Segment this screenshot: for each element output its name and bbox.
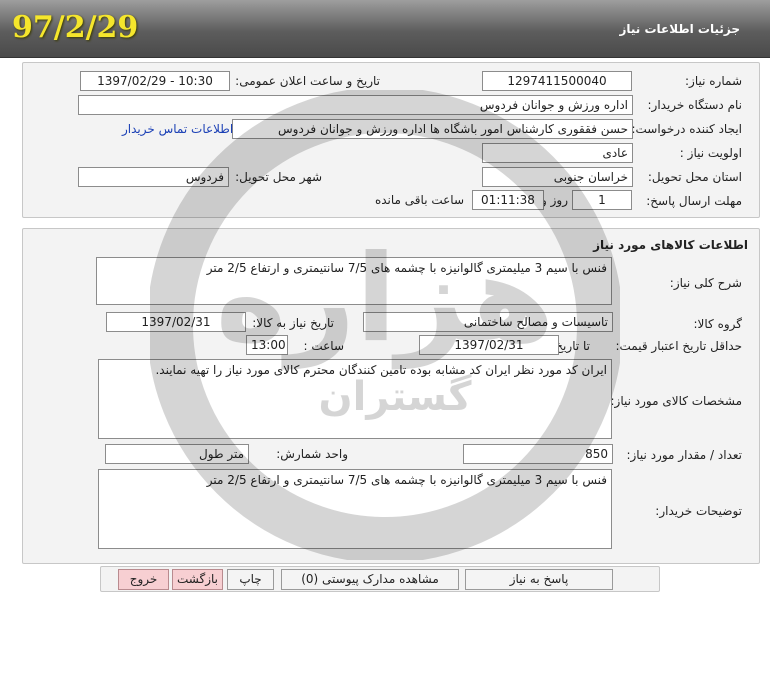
deadline-label: مهلت ارسال پاسخ:: [646, 194, 742, 208]
creator-field: حسن فققوری کارشناس امور باشگاه ها اداره …: [232, 119, 633, 139]
buyer-contact-link[interactable]: اطلاعات تماس خریدار: [122, 122, 233, 136]
priority-field: عادی: [482, 143, 633, 163]
specs-label: مشخصات کالای مورد نیاز:: [610, 394, 742, 408]
specs-field: ایران کد مورد نظر ایران کد مشابه بوده تا…: [98, 359, 612, 439]
deadline-time-field: 01:11:38: [472, 190, 544, 210]
general-desc-field: فنس با سیم 3 میلیمتری گالوانیزه با چشمه …: [96, 257, 612, 305]
unit-label: واحد شمارش:: [276, 447, 348, 461]
time-label: ساعت :: [303, 339, 344, 353]
remaining-label: ساعت باقی مانده: [374, 193, 464, 207]
min-validity-label: حداقل تاریخ اعتبار قیمت:: [615, 339, 742, 353]
priority-label: اولویت نیاز :: [679, 146, 742, 160]
buyer-org-field: اداره ورزش و جوانان فردوس: [78, 95, 633, 115]
buyer-notes-label: توضیحات خریدار:: [655, 504, 742, 518]
quantity-field: 850: [463, 444, 613, 464]
quantity-label: تعداد / مقدار مورد نیاز:: [626, 448, 742, 462]
goods-section-title: اطلاعات کالاهای مورد نیاز: [593, 238, 748, 252]
city-label: شهر محل تحویل:: [235, 170, 322, 184]
view-attachments-button[interactable]: مشاهده مدارک پیوستی (0): [281, 569, 459, 590]
print-button[interactable]: چاپ: [227, 569, 274, 590]
unit-field: متر طول: [105, 444, 249, 464]
need-number-field: 1297411500040: [482, 71, 632, 91]
general-desc-label: شرح کلی نیاز:: [669, 276, 742, 290]
goods-group-field: تاسیسات و مصالح ساختمانی: [363, 312, 613, 332]
page-title: جزئیات اطلاعات نیاز: [619, 22, 740, 36]
province-label: استان محل تحویل:: [647, 170, 742, 184]
time-field: 13:00: [246, 335, 288, 355]
need-number-label: شماره نیاز:: [685, 74, 742, 88]
deadline-days-field: 1: [572, 190, 632, 210]
reply-button[interactable]: پاسخ به نیاز: [465, 569, 613, 590]
city-field: فردوس: [78, 167, 229, 187]
exit-button[interactable]: خروج: [118, 569, 169, 590]
need-date-label: تاریخ نیاز به کالا:: [252, 316, 334, 330]
province-field: خراسان جنوبی: [482, 167, 633, 187]
date-stamp: 97/2/29: [12, 10, 139, 45]
announce-datetime-label: تاریخ و ساعت اعلان عمومی:: [235, 74, 380, 88]
back-button[interactable]: بازگشت: [172, 569, 223, 590]
buyer-org-label: نام دستگاه خریدار:: [647, 98, 743, 112]
buyer-notes-field: فنس با سیم 3 میلیمتری گالوانیزه با چشمه …: [98, 469, 612, 549]
creator-label: ایجاد کننده درخواست:: [631, 122, 742, 136]
announce-datetime-field: 1397/02/29 - 10:30: [80, 71, 230, 91]
need-date-field: 1397/02/31: [106, 312, 246, 332]
goods-group-label: گروه کالا:: [693, 317, 743, 331]
day-and-label: روز و: [541, 193, 568, 207]
to-date-field: 1397/02/31: [419, 335, 559, 355]
